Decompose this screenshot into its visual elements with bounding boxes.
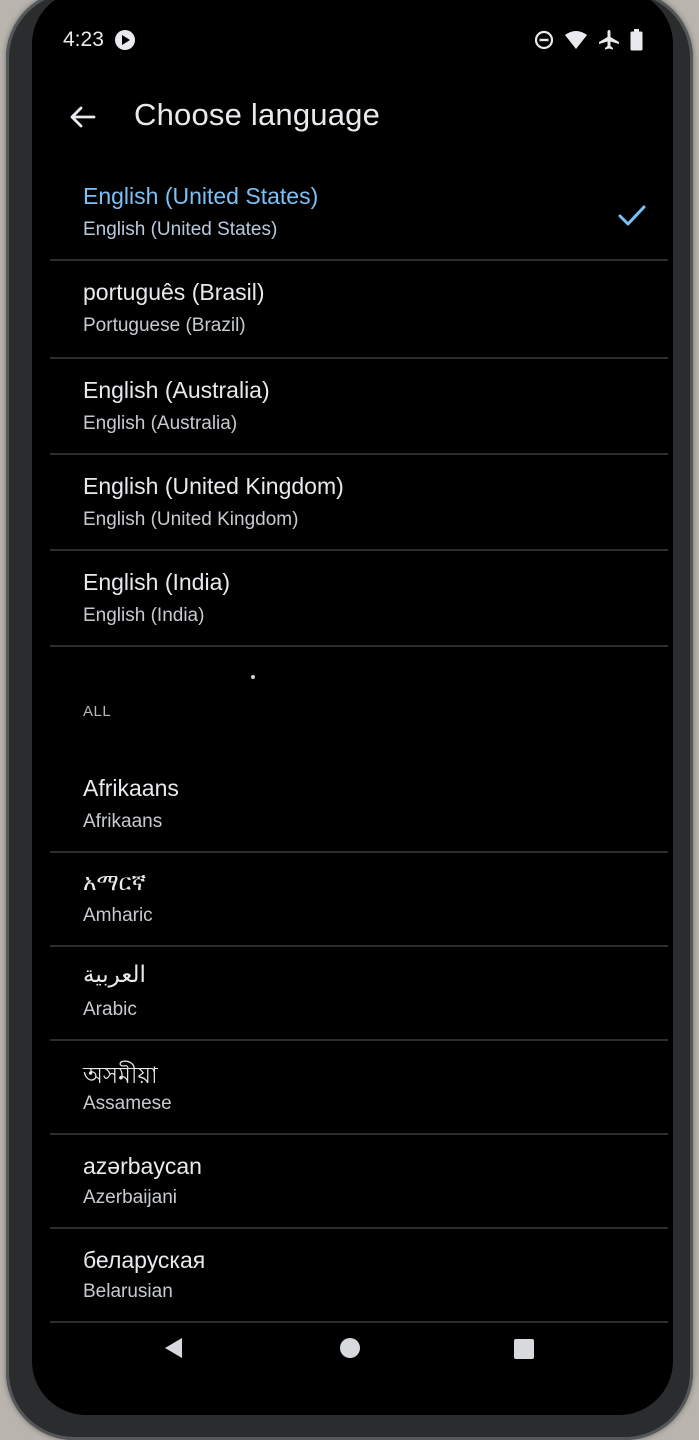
status-time: 4:23 — [63, 28, 104, 51]
list-item-english-india[interactable]: English (India) English (India) — [50, 551, 668, 647]
list-item-english-australia[interactable]: English (Australia) English (Australia) — [50, 359, 668, 455]
language-native-name: Afrikaans — [83, 775, 179, 801]
list-item-azerbaijani[interactable]: azərbaycan Azerbaijani — [50, 1135, 668, 1229]
status-bar: 4:23 — [32, 0, 673, 90]
language-list[interactable]: English (United States) English (United … — [50, 165, 668, 1323]
back-button[interactable] — [62, 97, 102, 137]
language-english-name: Azerbaijani — [83, 1187, 177, 1208]
language-english-name: English (United States) — [83, 219, 278, 240]
nav-home-icon[interactable] — [340, 1338, 360, 1358]
language-english-name: Amharic — [83, 905, 153, 926]
language-english-name: Afrikaans — [83, 811, 163, 832]
language-native-name: English (India) — [83, 569, 231, 595]
list-item-assamese[interactable]: অসমীয়া Assamese — [50, 1041, 668, 1135]
phone-frame: 4:23 Choose language English (United Sta… — [6, 0, 693, 1440]
do-not-disturb-icon — [534, 30, 554, 50]
section-all: ALL — [50, 647, 668, 757]
media-playing-icon — [115, 30, 135, 50]
page-title: Choose language — [134, 97, 381, 132]
list-item-belarusian[interactable]: беларуская Belarusian — [50, 1229, 668, 1323]
list-item-portuguese-brazil[interactable]: português (Brasil) Portuguese (Brazil) — [50, 261, 668, 359]
language-english-name: Arabic — [83, 999, 137, 1020]
nav-back-icon[interactable] — [162, 1336, 186, 1360]
language-native-name: беларуская — [83, 1247, 206, 1273]
language-english-name: English (India) — [83, 605, 205, 626]
language-english-name: English (United Kingdom) — [83, 509, 299, 530]
screen: 4:23 Choose language English (United Sta… — [32, 0, 673, 1415]
list-item-english-uk[interactable]: English (United Kingdom) English (United… — [50, 455, 668, 551]
back-arrow-icon — [70, 106, 96, 128]
nav-recents-icon[interactable] — [514, 1339, 534, 1359]
language-native-name: العربية — [83, 961, 146, 987]
language-native-name: English (Australia) — [83, 377, 270, 403]
list-item-afrikaans[interactable]: Afrikaans Afrikaans — [50, 757, 668, 853]
language-english-name: Portuguese (Brazil) — [83, 315, 246, 336]
navigation-bar — [32, 1310, 673, 1390]
list-item-arabic[interactable]: العربية Arabic — [50, 947, 668, 1041]
app-bar: Choose language — [32, 85, 673, 149]
battery-icon — [630, 29, 643, 51]
language-native-name: አማርኛ — [83, 869, 146, 895]
language-native-name: português (Brasil) — [83, 279, 265, 305]
language-english-name: Assamese — [83, 1093, 172, 1114]
wifi-icon — [565, 31, 587, 49]
language-english-name: English (Australia) — [83, 413, 238, 434]
scroll-dot — [251, 675, 255, 679]
list-item-amharic[interactable]: አማርኛ Amharic — [50, 853, 668, 947]
list-item-english-us[interactable]: English (United States) English (United … — [50, 165, 668, 261]
language-native-name: অসমীয়া — [83, 1062, 158, 1088]
language-native-name: English (United States) — [83, 183, 319, 209]
section-header: ALL — [83, 703, 112, 720]
airplane-mode-icon — [599, 30, 619, 50]
status-icons — [534, 28, 643, 52]
language-native-name: English (United Kingdom) — [83, 473, 344, 499]
language-native-name: azərbaycan — [83, 1153, 202, 1179]
language-english-name: Belarusian — [83, 1281, 173, 1302]
check-icon — [618, 205, 646, 226]
